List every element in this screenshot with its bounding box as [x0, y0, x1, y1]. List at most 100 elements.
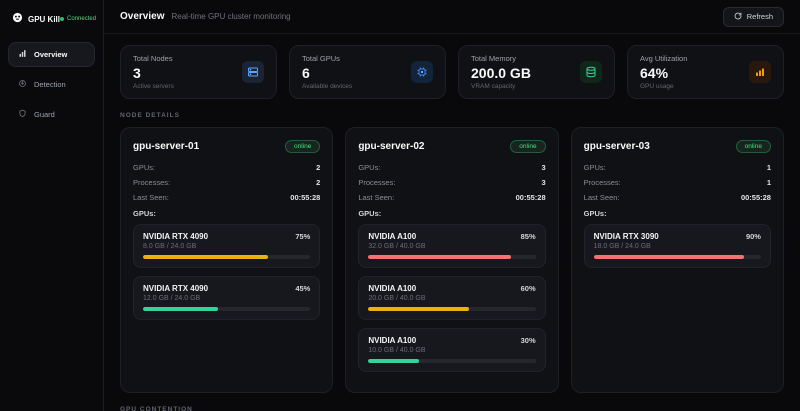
app-title: GPU Kill	[28, 15, 60, 24]
shield-icon	[18, 109, 27, 120]
gpu-memory: 10.0 GB / 40.0 GB	[368, 347, 535, 354]
utilization-bar-fill	[368, 307, 468, 311]
gpu-row: NVIDIA RTX 4090 45% 12.0 GB / 24.0 GB	[133, 276, 320, 320]
utilization-bar-fill	[368, 255, 510, 259]
processes-value: 2	[316, 178, 320, 187]
gpu-utilization: 60%	[521, 284, 536, 293]
gpu-utilization: 45%	[295, 284, 310, 293]
gpus-value: 3	[541, 163, 545, 172]
refresh-icon	[734, 12, 742, 22]
gpu-name: NVIDIA RTX 3090	[594, 232, 659, 241]
node-name: gpu-server-03	[584, 141, 650, 152]
gpu-row: NVIDIA A100 85% 32.0 GB / 40.0 GB	[358, 224, 545, 268]
gpu-utilization: 30%	[521, 336, 536, 345]
sidebar-item-detection[interactable]: Detection	[8, 72, 95, 97]
stat-label: Total Nodes	[133, 54, 174, 63]
refresh-button[interactable]: Refresh	[723, 7, 784, 27]
last-seen-value: 00:55:28	[516, 193, 546, 202]
gpu-utilization: 75%	[295, 232, 310, 241]
gpu-list-label: GPUs:	[358, 209, 545, 218]
gpu-name: NVIDIA A100	[368, 232, 416, 241]
gpu-list: NVIDIA A100 85% 32.0 GB / 40.0 GB NVIDIA…	[358, 224, 545, 372]
utilization-bar-track	[368, 307, 535, 311]
bars-icon	[749, 61, 771, 83]
processes-label: Processes:	[133, 178, 170, 187]
sidebar-item-overview[interactable]: Overview	[8, 42, 95, 67]
node-name: gpu-server-02	[358, 141, 424, 152]
status-badge: online	[510, 140, 545, 153]
node-card: gpu-server-01 online GPUs:2 Processes:2 …	[120, 127, 333, 393]
node-card: gpu-server-03 online GPUs:1 Processes:1 …	[571, 127, 784, 393]
processes-label: Processes:	[358, 178, 395, 187]
gpu-memory: 12.0 GB / 24.0 GB	[143, 295, 310, 302]
server-icon	[242, 61, 264, 83]
node-name: gpu-server-01	[133, 141, 199, 152]
utilization-bar-track	[368, 255, 535, 259]
status-badge: online	[736, 140, 771, 153]
gpu-list-label: GPUs:	[133, 209, 320, 218]
gpu-utilization: 90%	[746, 232, 761, 241]
stat-card: Avg Utilization 64% GPU usage	[627, 45, 784, 99]
stat-sublabel: GPU usage	[640, 83, 687, 90]
bar-chart-icon	[18, 49, 27, 60]
sidebar: GPU Kill Connected Overview Detection Guar…	[0, 0, 104, 411]
utilization-bar-track	[143, 307, 310, 311]
gpu-memory: 18.0 GB / 24.0 GB	[594, 243, 761, 250]
gpus-label: GPUs:	[133, 163, 155, 172]
processes-label: Processes:	[584, 178, 621, 187]
utilization-bar-track	[368, 359, 535, 363]
main-area: Overview Real-time GPU cluster monitorin…	[104, 0, 800, 411]
sidebar-item-label: Overview	[34, 50, 67, 59]
last-seen-label: Last Seen:	[133, 193, 169, 202]
gpu-row: NVIDIA RTX 3090 90% 18.0 GB / 24.0 GB	[584, 224, 771, 268]
gpu-row: NVIDIA A100 60% 20.0 GB / 40.0 GB	[358, 276, 545, 320]
stat-label: Avg Utilization	[640, 54, 687, 63]
utilization-bar-fill	[594, 255, 745, 259]
gpu-name: NVIDIA A100	[368, 336, 416, 345]
stat-card: Total Memory 200.0 GB VRAM capacity	[458, 45, 615, 99]
gpu-memory: 20.0 GB / 40.0 GB	[368, 295, 535, 302]
status-dot-icon	[60, 17, 64, 21]
utilization-bar-track	[143, 255, 310, 259]
gpus-value: 1	[767, 163, 771, 172]
stat-sublabel: Available devices	[302, 83, 352, 90]
gpu-utilization: 85%	[521, 232, 536, 241]
node-card: gpu-server-02 online GPUs:3 Processes:3 …	[345, 127, 558, 393]
stat-label: Total Memory	[471, 54, 531, 63]
stat-card: Total GPUs 6 Available devices	[289, 45, 446, 99]
node-grid: gpu-server-01 online GPUs:2 Processes:2 …	[120, 127, 784, 393]
gpu-name: NVIDIA RTX 4090	[143, 232, 208, 241]
page-title: Overview	[120, 11, 164, 22]
stat-value: 3	[133, 65, 174, 81]
sidebar-item-label: Detection	[34, 80, 66, 89]
logo-row: GPU Kill Connected	[0, 0, 103, 42]
utilization-bar-track	[594, 255, 761, 259]
last-seen-value: 00:55:28	[290, 193, 320, 202]
gpu-list-label: GPUs:	[584, 209, 771, 218]
gpu-row: NVIDIA RTX 4090 75% 8.0 GB / 24.0 GB	[133, 224, 320, 268]
gpus-label: GPUs:	[584, 163, 606, 172]
gpus-label: GPUs:	[358, 163, 380, 172]
gpu-list: NVIDIA RTX 3090 90% 18.0 GB / 24.0 GB	[584, 224, 771, 268]
app-window: GPU Kill Connected Overview Detection Guar…	[0, 0, 800, 411]
processes-value: 1	[767, 178, 771, 187]
stats-grid: Total Nodes 3 Active servers Total GPUs …	[120, 45, 784, 99]
gpu-row: NVIDIA A100 30% 10.0 GB / 40.0 GB	[358, 328, 545, 372]
connection-status: Connected	[60, 16, 96, 22]
last-seen-label: Last Seen:	[584, 193, 620, 202]
gpu-memory: 32.0 GB / 40.0 GB	[368, 243, 535, 250]
last-seen-label: Last Seen:	[358, 193, 394, 202]
stat-sublabel: Active servers	[133, 83, 174, 90]
gpu-memory: 8.0 GB / 24.0 GB	[143, 243, 310, 250]
last-seen-value: 00:55:28	[741, 193, 771, 202]
stat-sublabel: VRAM capacity	[471, 83, 531, 90]
status-badge: online	[285, 140, 320, 153]
node-details-section-label: NODE DETAILS	[120, 112, 784, 119]
chip-icon	[411, 61, 433, 83]
processes-value: 3	[541, 178, 545, 187]
database-icon	[580, 61, 602, 83]
gpu-kill-logo-icon	[12, 10, 23, 28]
stat-label: Total GPUs	[302, 54, 352, 63]
sidebar-item-guard[interactable]: Guard	[8, 102, 95, 127]
sidebar-item-label: Guard	[34, 110, 55, 119]
